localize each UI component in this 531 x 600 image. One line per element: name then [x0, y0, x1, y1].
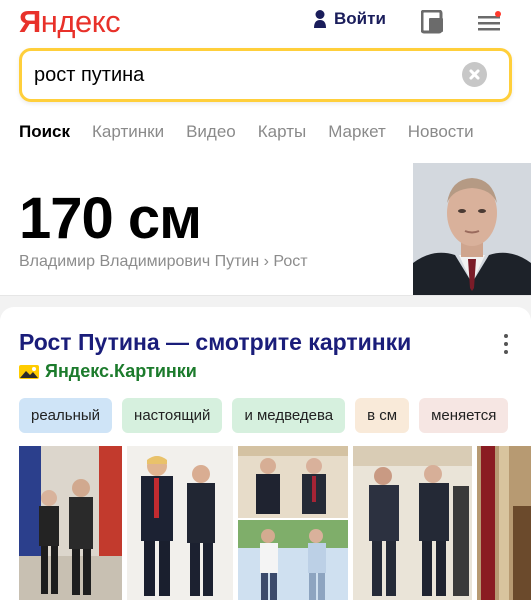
image-thumbnail[interactable]: [19, 446, 122, 600]
chip-cm[interactable]: в см: [355, 398, 410, 433]
chip-actual[interactable]: настоящий: [122, 398, 223, 433]
user-icon: [314, 10, 326, 28]
fact-value: 170 см: [19, 186, 202, 251]
tab-market[interactable]: Маркет: [328, 122, 386, 142]
tab-images[interactable]: Картинки: [92, 122, 164, 142]
chip-medvedev[interactable]: и медведева: [232, 398, 346, 433]
hamburger-menu-icon[interactable]: [477, 11, 503, 38]
tab-news[interactable]: Новости: [408, 122, 474, 142]
search-input[interactable]: [34, 64, 434, 87]
search-box: [19, 48, 512, 102]
header: Яндекс Войти Поиск Картинки Видео Карты …: [0, 0, 531, 163]
fact-breadcrumb[interactable]: Владимир Владимирович Путин › Рост: [19, 253, 308, 271]
images-service-icon: [19, 364, 39, 379]
images-source-label: Яндекс.Картинки: [45, 361, 197, 381]
more-options-icon[interactable]: [504, 334, 508, 358]
image-thumbnail[interactable]: [353, 446, 472, 600]
tabs-icon[interactable]: [420, 9, 445, 39]
login-label: Войти: [334, 9, 386, 28]
image-thumbnail[interactable]: [127, 446, 233, 600]
tab-maps[interactable]: Карты: [258, 122, 306, 142]
login-button[interactable]: Войти: [312, 9, 386, 29]
portrait-photo[interactable]: [413, 163, 531, 295]
chip-changes[interactable]: меняется: [419, 398, 509, 433]
search-tabs: Поиск Картинки Видео Карты Маркет Новост…: [19, 122, 496, 142]
clear-icon[interactable]: [462, 62, 487, 87]
yandex-logo[interactable]: Яндекс: [19, 4, 121, 40]
tab-video[interactable]: Видео: [186, 122, 236, 142]
image-thumbnails: [19, 446, 531, 600]
image-thumbnail[interactable]: [477, 446, 531, 600]
images-card-title[interactable]: Рост Путина — смотрите картинки: [19, 329, 411, 356]
fact-card: 170 см Владимир Владимирович Путин › Рос…: [0, 163, 531, 296]
images-card: Рост Путина — смотрите картинки Яндекс.К…: [0, 307, 531, 600]
images-source[interactable]: Яндекс.Картинки: [19, 361, 197, 382]
tab-search[interactable]: Поиск: [19, 122, 70, 142]
chip-real[interactable]: реальный: [19, 398, 113, 433]
image-thumbnail[interactable]: [238, 446, 348, 600]
chips-row: реальный настоящий и медведева в см меня…: [19, 398, 509, 433]
